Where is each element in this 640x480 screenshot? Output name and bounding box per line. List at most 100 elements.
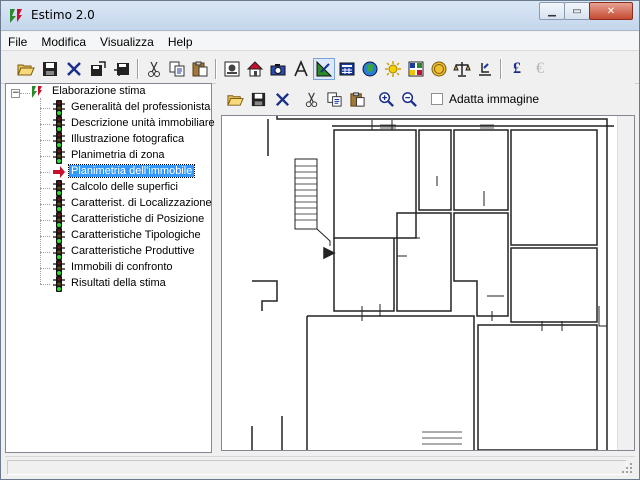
tree-item-label[interactable]: Risultati della stima	[69, 277, 168, 289]
traffic-light-icon	[53, 132, 65, 148]
copy-button[interactable]	[166, 58, 188, 80]
home-button[interactable]	[244, 58, 266, 80]
tree-item[interactable]: Generalità del professionista	[6, 100, 211, 116]
paste-icon	[192, 61, 208, 77]
canvas-vertical-scrollbar[interactable]	[617, 116, 634, 450]
tree-item-label[interactable]: Immobili di confronto	[69, 261, 175, 273]
delete-button[interactable]	[63, 58, 85, 80]
tree-item-label[interactable]: Descrizione unità immobiliare	[69, 117, 217, 129]
coin-icon	[431, 61, 447, 77]
report-icon	[224, 61, 240, 77]
image-delete-button[interactable]	[272, 89, 292, 109]
pound-button[interactable]: £	[506, 58, 528, 80]
euro-button[interactable]: €	[529, 58, 551, 80]
status-bar	[5, 456, 635, 476]
grid-button[interactable]	[405, 58, 427, 80]
sun-button[interactable]	[382, 58, 404, 80]
floor-plan-canvas[interactable]	[221, 115, 635, 451]
menu-visualizza[interactable]: Visualizza	[93, 32, 161, 50]
window-title: Estimo 2.0	[31, 8, 95, 22]
floor-plan-image	[251, 116, 614, 450]
save-icon	[251, 92, 265, 106]
tree-item-label[interactable]: Caratteristiche di Posizione	[69, 213, 206, 225]
copy-icon	[169, 61, 185, 77]
report-button[interactable]	[221, 58, 243, 80]
cut-button[interactable]	[143, 58, 165, 80]
tree-item[interactable]: Caratterist. di Localizzazione	[6, 196, 214, 212]
save-button[interactable]	[39, 58, 61, 80]
fit-image-label[interactable]: Adatta immagine	[449, 92, 539, 106]
app-window: Estimo 2.0 ▁ ▭ ✕ File Modifica Visualizz…	[0, 0, 640, 480]
traffic-light-icon	[53, 148, 65, 164]
zoom-in-button[interactable]	[376, 89, 396, 109]
zoom-out-button[interactable]	[399, 89, 419, 109]
tree-item-label[interactable]: Generalità del professionista	[69, 101, 212, 113]
navigation-tree[interactable]: − Elaborazione stima Generalità del prof…	[5, 83, 215, 453]
camera-button[interactable]	[267, 58, 289, 80]
tree-item-label[interactable]: Caratteristiche Tipologiche	[69, 229, 203, 241]
globe-button[interactable]	[359, 58, 381, 80]
traffic-light-icon	[53, 180, 65, 196]
image-paste-button[interactable]	[347, 89, 367, 109]
tree-collapse-toggle[interactable]: −	[11, 89, 20, 98]
tree-item[interactable]: Descrizione unità immobiliare	[6, 116, 215, 132]
menu-file[interactable]: File	[1, 32, 34, 50]
image-copy-button[interactable]	[324, 89, 344, 109]
euro-icon: €	[536, 60, 544, 77]
open-button[interactable]	[15, 58, 37, 80]
save-icon	[43, 62, 57, 76]
text-button[interactable]	[290, 58, 312, 80]
image-cut-button[interactable]	[301, 89, 321, 109]
cut-icon	[148, 61, 160, 77]
tree-item-label[interactable]: Planimetria dell'immobile	[67, 164, 196, 178]
traffic-light-icon	[53, 212, 65, 228]
tree-item-label[interactable]: Calcolo delle superfici	[69, 181, 180, 193]
tree-item[interactable]: Immobili di confronto	[6, 260, 211, 276]
title-bar[interactable]: Estimo 2.0 ▁ ▭ ✕	[1, 1, 639, 31]
resize-grip-icon[interactable]	[621, 462, 633, 474]
home-icon	[246, 61, 264, 77]
tree-item[interactable]: Planimetria di zona	[6, 148, 211, 164]
tree-item[interactable]: Caratteristiche Tipologiche	[6, 228, 211, 244]
tree-item[interactable]: Risultati della stima	[6, 276, 211, 292]
copy-icon	[326, 91, 342, 107]
drawing-icon	[316, 60, 333, 77]
tree-item-label[interactable]: Caratteristiche Produttive	[69, 245, 197, 257]
hand-button[interactable]	[474, 58, 496, 80]
menu-help[interactable]: Help	[161, 32, 200, 50]
text-icon	[294, 60, 308, 77]
tree-item-label[interactable]: Planimetria di zona	[69, 149, 167, 161]
calculator-button[interactable]	[336, 58, 358, 80]
tree-item[interactable]: Calcolo delle superfici	[6, 180, 211, 196]
maximize-icon: ▭	[572, 5, 582, 17]
tree-item[interactable]: Caratteristiche Produttive	[6, 244, 211, 260]
paste-button[interactable]	[189, 58, 211, 80]
menu-bar: File Modifica Visualizza Help	[1, 32, 639, 51]
image-save-button[interactable]	[248, 89, 268, 109]
tree-item-label[interactable]: Illustrazione fotografica	[69, 133, 186, 145]
tree-item[interactable]: Caratteristiche di Posizione	[6, 212, 211, 228]
import-button[interactable]	[111, 58, 133, 80]
image-toolbar: Adatta immagine	[216, 83, 635, 113]
tree-item[interactable]: Planimetria dell'immobile	[6, 164, 211, 180]
minimize-button[interactable]: ▁	[539, 2, 565, 20]
fit-image-checkbox[interactable]	[431, 93, 443, 105]
image-panel: Adatta immagine	[216, 83, 635, 453]
coin-button[interactable]	[428, 58, 450, 80]
maximize-button[interactable]: ▭	[564, 2, 590, 20]
image-open-button[interactable]	[225, 89, 245, 109]
export-button[interactable]	[87, 58, 109, 80]
drawing-button[interactable]	[313, 58, 335, 80]
zoom-in-icon	[378, 91, 394, 107]
main-toolbar: £ €	[1, 54, 639, 84]
menu-modifica[interactable]: Modifica	[34, 32, 93, 50]
tree-root-label[interactable]: Elaborazione stima	[50, 85, 148, 97]
traffic-light-icon	[53, 276, 65, 292]
traffic-light-icon	[53, 100, 65, 116]
close-button[interactable]: ✕	[589, 2, 633, 20]
scale-button[interactable]	[451, 58, 473, 80]
tree-root-icon	[32, 86, 42, 98]
tree-item-label[interactable]: Caratterist. di Localizzazione	[69, 197, 214, 209]
tree-item[interactable]: Illustrazione fotografica	[6, 132, 211, 148]
delete-icon	[275, 92, 289, 106]
